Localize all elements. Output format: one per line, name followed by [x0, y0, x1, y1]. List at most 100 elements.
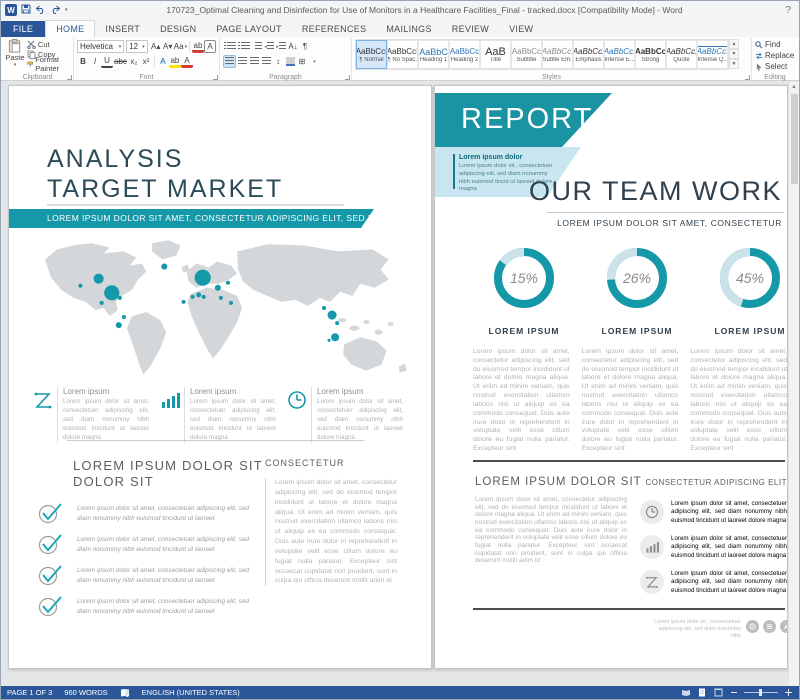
line-spacing-button[interactable]: ↕: [272, 55, 284, 68]
proofing-status[interactable]: [114, 686, 136, 699]
decrease-indent-button[interactable]: ◂: [263, 40, 275, 53]
format-painter-button[interactable]: Format Painter: [27, 59, 70, 69]
justify-button[interactable]: [260, 55, 272, 68]
text-effects-button[interactable]: A: [157, 55, 169, 68]
style-title[interactable]: AaBTitle: [480, 40, 511, 69]
shading-icon: [286, 57, 295, 66]
bold-button[interactable]: B: [77, 55, 89, 68]
search-icon: [755, 41, 763, 49]
subscript-button[interactable]: x₂: [128, 55, 140, 68]
highlight-color-button[interactable]: ab: [169, 55, 181, 68]
paste-label: Paste: [5, 53, 24, 62]
style-no-spacing[interactable]: AaBbCcI¶ No Spac...: [387, 40, 418, 69]
language-indicator[interactable]: ENGLISH (UNITED STATES): [136, 686, 246, 699]
lines-icon: [255, 42, 262, 51]
style-heading1[interactable]: AaBbCHeading 1: [418, 40, 449, 69]
find-label: Find: [765, 40, 781, 49]
web-layout-button[interactable]: [713, 688, 723, 697]
styles-scroll-down[interactable]: ▼: [729, 49, 739, 59]
underline-button[interactable]: U: [101, 55, 113, 68]
align-left-button[interactable]: [223, 55, 236, 68]
word-window: W ▾ 170723_Optimal Cleaning and Disinfec…: [0, 0, 800, 700]
styles-scroll-up[interactable]: ▲: [729, 39, 739, 49]
superscript-button[interactable]: x²: [140, 55, 152, 68]
style-quote[interactable]: AaBbCc.Quote: [666, 40, 697, 69]
vertical-scrollbar[interactable]: ▲: [788, 82, 799, 686]
scrollbar-thumb[interactable]: [791, 94, 798, 184]
shrink-font-button[interactable]: A▾: [162, 40, 174, 53]
style-sample: AaBbCc: [635, 47, 666, 57]
phonetic-guide-button[interactable]: ab: [192, 40, 204, 53]
tab-file[interactable]: FILE: [1, 21, 45, 37]
style-strong[interactable]: AaBbCcStrong: [635, 40, 666, 69]
checkmark-icon: [37, 532, 63, 556]
font-size-combobox[interactable]: 12▾: [126, 40, 147, 53]
strikethrough-button[interactable]: abc: [113, 55, 128, 68]
borders-button[interactable]: ⊞: [296, 55, 308, 68]
style-subtitle[interactable]: AaBbCcSubtitle: [511, 40, 542, 69]
help-icon[interactable]: ?: [781, 5, 795, 16]
replace-label: Replace: [765, 51, 794, 60]
font-family-combobox[interactable]: Helvetica▾: [77, 40, 124, 53]
tab-insert[interactable]: INSERT: [95, 21, 150, 37]
three-column-text: Lorem ipsum dolor sit amet, consectetur …: [473, 348, 787, 454]
word-count[interactable]: 960 WORDS: [58, 686, 113, 699]
zoom-slider-thumb[interactable]: [759, 689, 762, 696]
grow-font-button[interactable]: A▴: [150, 40, 162, 53]
align-center-button[interactable]: [236, 55, 248, 68]
bullets-button[interactable]: [223, 40, 237, 53]
undo-button[interactable]: [35, 5, 46, 16]
italic-button[interactable]: I: [89, 55, 101, 68]
replace-button[interactable]: Replace: [755, 50, 795, 61]
font-color-button[interactable]: A: [181, 55, 193, 68]
check-item: Lorem ipsum dolor sit amet, consectetuer…: [37, 501, 249, 525]
cut-button[interactable]: Cut: [27, 39, 70, 49]
chevron-down-icon: ▾: [313, 59, 316, 65]
character-border-button[interactable]: A: [204, 40, 216, 53]
tab-mailings[interactable]: MAILINGS: [376, 21, 441, 37]
styles-dialog-launcher[interactable]: [745, 75, 750, 80]
page-1[interactable]: ANALYSISTARGET MARKET LOREM IPSUM DOLOR …: [8, 85, 432, 669]
tab-home[interactable]: HOME: [45, 20, 95, 37]
style-normal[interactable]: AaBbCcI¶ Normal: [356, 40, 387, 69]
tab-page-layout[interactable]: PAGE LAYOUT: [206, 21, 291, 37]
clipboard-dialog-launcher[interactable]: [67, 75, 72, 80]
font-dialog-launcher[interactable]: [213, 75, 218, 80]
select-button[interactable]: Select: [755, 61, 795, 72]
multilevel-list-button[interactable]: [251, 40, 263, 53]
feature-text: Lorem ipsum dolor sit amet, consectetuer…: [63, 398, 149, 443]
change-case-button[interactable]: Aa▾: [174, 40, 187, 53]
style-emphasis[interactable]: AaBbCc.Emphasis: [573, 40, 604, 69]
feature-item: Lorem ipsumLorem ipsum dolor sit amet, c…: [283, 387, 410, 443]
tab-references[interactable]: REFERENCES: [292, 21, 377, 37]
align-right-button[interactable]: [248, 55, 260, 68]
style-intense-quote[interactable]: AaBbCc.Intense Q...: [697, 40, 728, 69]
find-button[interactable]: Find: [755, 39, 795, 50]
redo-button[interactable]: [50, 5, 61, 16]
page-indicator[interactable]: PAGE 1 OF 3: [1, 686, 58, 699]
zoom-in-button[interactable]: [784, 688, 793, 697]
sort-button[interactable]: A↓: [287, 40, 299, 53]
clipboard-group-label: Clipboard: [2, 74, 73, 81]
tab-view[interactable]: VIEW: [499, 21, 543, 37]
increase-indent-button[interactable]: ▸: [275, 40, 287, 53]
show-hide-pilcrow-button[interactable]: ¶: [299, 40, 311, 53]
paste-button[interactable]: Paste ▾: [5, 39, 25, 68]
zoom-slider[interactable]: [744, 692, 778, 693]
style-intense-emphasis[interactable]: AaBbCc.Intense E...: [604, 40, 635, 69]
print-layout-button[interactable]: [697, 688, 707, 697]
scroll-up-icon[interactable]: ▲: [789, 82, 799, 90]
styles-more-button[interactable]: ▼: [729, 59, 739, 69]
numbering-button[interactable]: [237, 40, 251, 53]
zoom-out-button[interactable]: [729, 688, 738, 697]
style-heading2[interactable]: AaBbCcHeading 2: [449, 40, 480, 69]
tab-review[interactable]: REVIEW: [442, 21, 499, 37]
page-2[interactable]: REPORT Lorem ipsum dolor Lorem ipsum dol…: [434, 85, 788, 669]
shading-button[interactable]: [284, 55, 296, 68]
paragraph-dialog-launcher[interactable]: [345, 75, 350, 80]
tab-design[interactable]: DESIGN: [150, 21, 206, 37]
style-subtle-emphasis[interactable]: AaBbCc.Subtle Em...: [542, 40, 573, 69]
save-button[interactable]: [21, 4, 31, 16]
borders-dropdown[interactable]: ▾: [308, 55, 320, 68]
read-mode-button[interactable]: [681, 688, 691, 697]
